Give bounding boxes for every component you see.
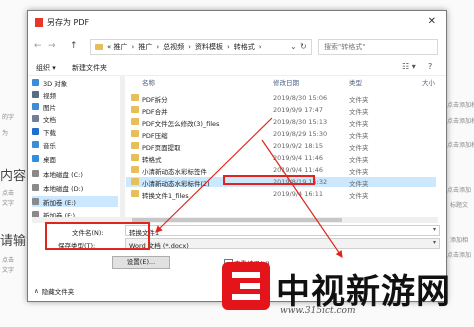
annotation-arrow <box>155 117 273 233</box>
watermark-url: www.315ict.com <box>280 306 356 316</box>
watermark-logo-icon <box>222 262 270 310</box>
annotation-arrow <box>261 139 343 258</box>
watermark: 中视新游网 www.315ict.com <box>222 260 468 320</box>
